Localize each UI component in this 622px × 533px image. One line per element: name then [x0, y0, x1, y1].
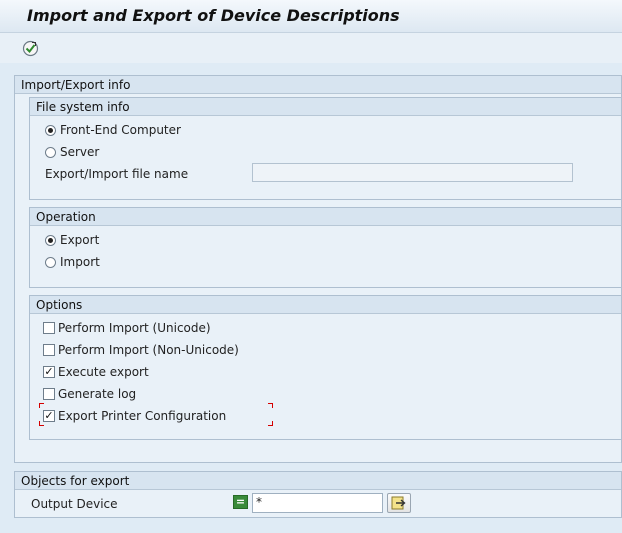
operation-header: Operation [30, 208, 621, 226]
equals-icon[interactable]: = [233, 495, 248, 509]
output-device-input[interactable]: * [252, 493, 383, 513]
radio-export[interactable]: Export [45, 232, 99, 248]
multiple-selection-arrow-icon [391, 496, 406, 510]
checkbox-execute-export[interactable]: ✓ Execute export [43, 364, 149, 380]
checkbox-perform-import-unicode-label: Perform Import (Unicode) [58, 321, 211, 335]
objects-for-export-title: Objects for export [21, 474, 130, 488]
execute-icon[interactable] [22, 40, 39, 57]
title-bar: Import and Export of Device Descriptions [0, 0, 622, 33]
checkbox-execute-export-box[interactable]: ✓ [43, 366, 55, 378]
checkbox-export-printer-configuration[interactable]: ✓ Export Printer Configuration [43, 408, 226, 424]
operation-group: Operation [29, 207, 622, 288]
checkbox-perform-import-unicode-box[interactable] [43, 322, 55, 334]
radio-front-end-computer-button[interactable] [45, 124, 56, 136]
objects-for-export-header: Objects for export [15, 472, 621, 490]
checkbox-perform-import-non-unicode[interactable]: Perform Import (Non-Unicode) [43, 342, 239, 358]
file-name-field[interactable] [252, 163, 573, 182]
radio-front-end-computer-label: Front-End Computer [60, 123, 181, 137]
focus-marker-bottom-right [268, 421, 273, 426]
file-system-info-header: File system info [30, 98, 621, 116]
checkbox-generate-log[interactable]: Generate log [43, 386, 136, 402]
checkbox-generate-log-box[interactable] [43, 388, 55, 400]
radio-server[interactable]: Server [45, 144, 99, 160]
options-title: Options [36, 298, 83, 312]
checkbox-export-printer-configuration-box[interactable]: ✓ [43, 410, 55, 422]
multiple-selection-button[interactable] [387, 493, 411, 513]
radio-import-label: Import [60, 255, 100, 269]
file-system-info-title: File system info [36, 100, 130, 114]
radio-front-end-computer[interactable]: Front-End Computer [45, 122, 181, 138]
checkbox-execute-export-label: Execute export [58, 365, 149, 379]
checkbox-export-printer-configuration-label: Export Printer Configuration [58, 409, 227, 423]
page-title: Import and Export of Device Descriptions [27, 6, 400, 25]
focus-marker-bottom-left [39, 421, 44, 426]
options-header: Options [30, 296, 621, 314]
radio-server-label: Server [60, 145, 100, 159]
focus-marker-top-right [268, 403, 273, 408]
checkbox-generate-log-label: Generate log [58, 387, 137, 401]
file-name-label: Export/Import file name [45, 167, 189, 181]
radio-export-label: Export [60, 233, 100, 247]
radio-import-button[interactable] [45, 256, 56, 268]
focus-marker-top-left [39, 403, 44, 408]
output-device-label: Output Device [31, 497, 118, 511]
import-export-info-header: Import/Export info [15, 76, 621, 94]
radio-export-button[interactable] [45, 234, 56, 246]
checkbox-perform-import-unicode[interactable]: Perform Import (Unicode) [43, 320, 211, 336]
file-system-info-group: File system info [29, 97, 622, 200]
radio-import[interactable]: Import [45, 254, 100, 270]
radio-server-button[interactable] [45, 146, 56, 158]
operation-title: Operation [36, 210, 96, 224]
application-toolbar [0, 33, 622, 63]
checkbox-perform-import-non-unicode-label: Perform Import (Non-Unicode) [58, 343, 239, 357]
import-export-info-title: Import/Export info [21, 78, 131, 92]
checkbox-perform-import-non-unicode-box[interactable] [43, 344, 55, 356]
